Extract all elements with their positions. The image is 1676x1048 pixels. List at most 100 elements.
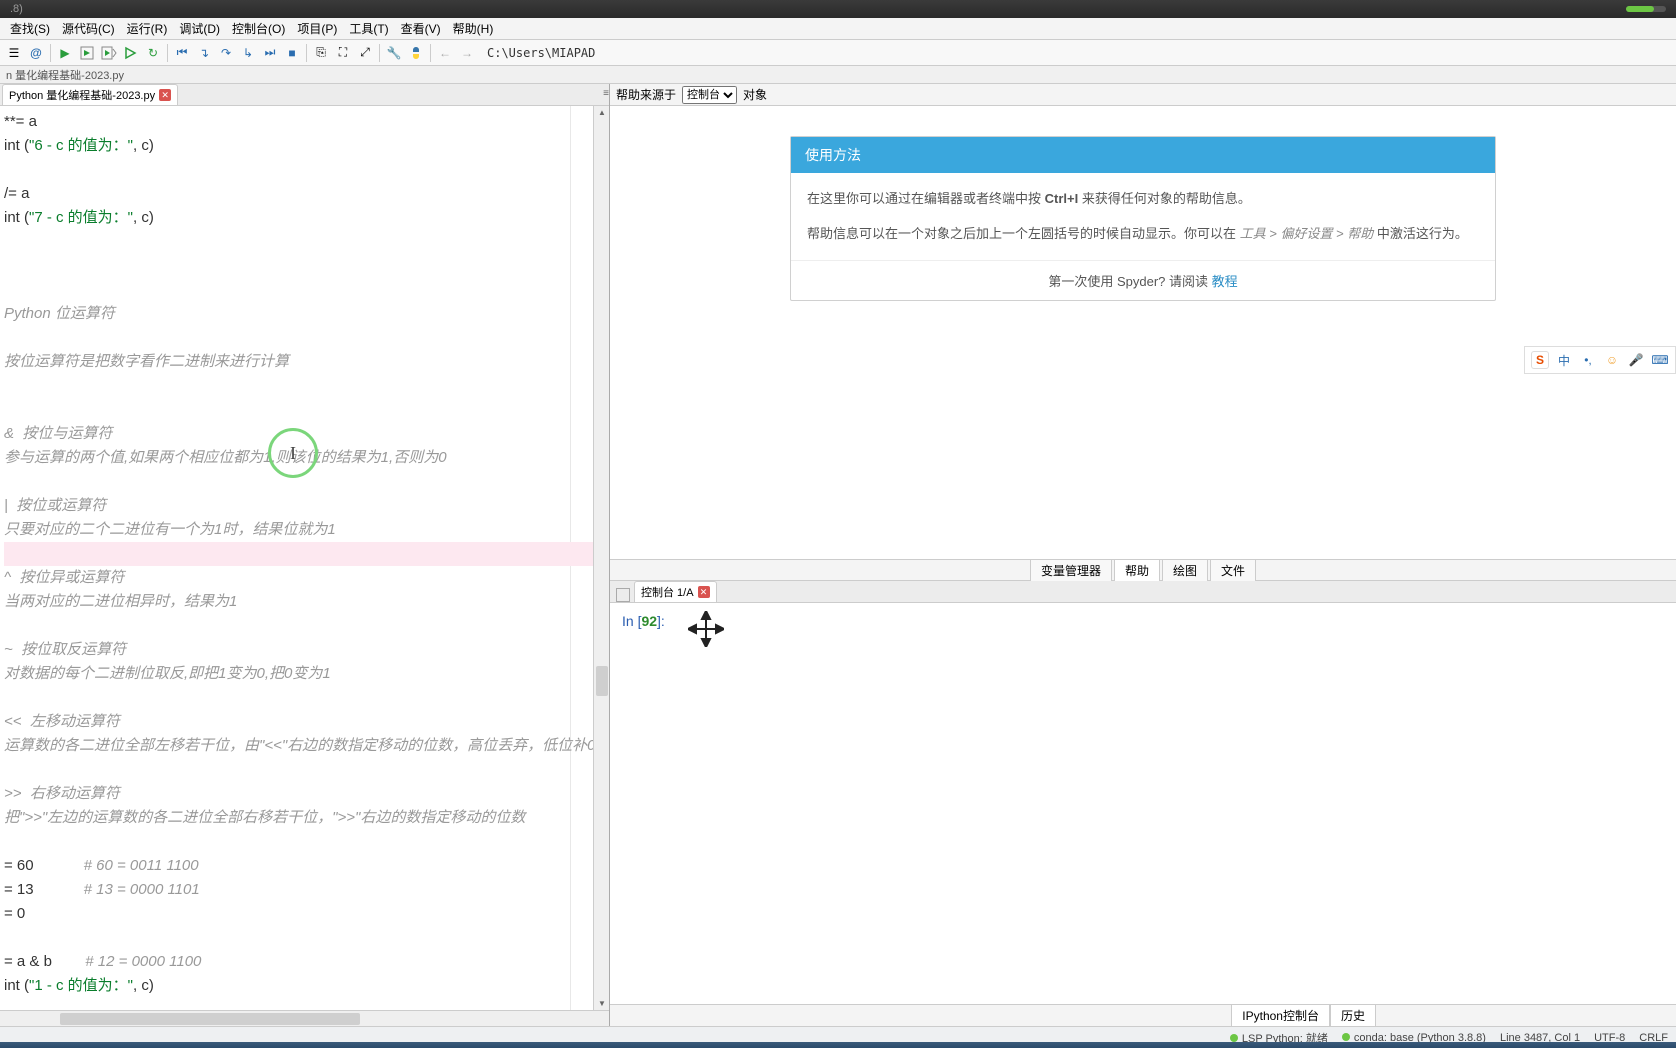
move-cursor-icon bbox=[688, 611, 724, 650]
collapse-icon[interactable]: ≡ bbox=[603, 88, 609, 99]
close-icon[interactable]: ✕ bbox=[159, 89, 171, 101]
debug-stop-icon[interactable]: ■ bbox=[282, 43, 302, 63]
bottom-tabs: IPython控制台 历史 bbox=[610, 1004, 1676, 1026]
progress-indicator bbox=[1626, 6, 1666, 12]
code-line bbox=[4, 326, 609, 350]
menu-help[interactable]: 帮助(H) bbox=[447, 18, 500, 39]
status-led-icon bbox=[1230, 1034, 1238, 1042]
help-card-body: 在这里你可以通过在编辑器或者终端中按 Ctrl+I 来获得任何对象的帮助信息。 … bbox=[791, 173, 1495, 260]
run-cell-advance-icon[interactable] bbox=[99, 43, 119, 63]
help-object-label: 对象 bbox=[743, 86, 767, 103]
menu-debug[interactable]: 调试(D) bbox=[173, 18, 226, 39]
pythonpath-icon[interactable] bbox=[406, 43, 426, 63]
help-source-select[interactable]: 控制台 bbox=[682, 86, 737, 104]
ime-lang-icon[interactable]: 中 bbox=[1555, 351, 1573, 369]
help-source-label: 帮助来源于 bbox=[616, 86, 676, 103]
scrollbar-thumb-h[interactable] bbox=[60, 1013, 360, 1025]
forward-icon[interactable]: → bbox=[457, 43, 477, 63]
menu-view[interactable]: 查看(V) bbox=[395, 18, 447, 39]
right-subtabs: 变量管理器 帮助 绘图 文件 bbox=[610, 559, 1676, 581]
ime-punct-icon[interactable]: •, bbox=[1579, 351, 1597, 369]
code-line: ^ 按位异或运算符 bbox=[4, 566, 609, 590]
console-options-icon[interactable] bbox=[616, 588, 630, 602]
ime-toolbar: S 中 •, ☺ 🎤 ⌨ bbox=[1524, 346, 1676, 374]
tab-help[interactable]: 帮助 bbox=[1114, 559, 1160, 582]
close-icon[interactable]: ✕ bbox=[698, 586, 710, 598]
debug-step-icon[interactable]: ⏮ bbox=[172, 43, 192, 63]
ime-keyboard-icon[interactable]: ⌨ bbox=[1651, 351, 1669, 369]
code-line bbox=[4, 470, 609, 494]
code-line: int ("6 - c 的值为：", c) bbox=[4, 134, 609, 158]
code-line: 对数据的每个二进制位取反,即把1变为0,把0变为1 bbox=[4, 662, 609, 686]
tab-plots[interactable]: 绘图 bbox=[1162, 559, 1208, 582]
menu-run[interactable]: 运行(R) bbox=[121, 18, 174, 39]
tab-variable-explorer[interactable]: 变量管理器 bbox=[1030, 559, 1112, 582]
code-line: 按位运算符是把数字看作二进制来进行计算 bbox=[4, 350, 609, 374]
outline-icon[interactable]: ☰ bbox=[4, 43, 24, 63]
taskbar bbox=[0, 1042, 1676, 1048]
code-line: ~ 按位取反运算符 bbox=[4, 638, 609, 662]
debug-stepover-icon[interactable]: ↷ bbox=[216, 43, 236, 63]
help-card-title: 使用方法 bbox=[791, 137, 1495, 173]
menu-tools[interactable]: 工具(T) bbox=[343, 18, 394, 39]
help-body: 使用方法 在这里你可以通过在编辑器或者终端中按 Ctrl+I 来获得任何对象的帮… bbox=[610, 106, 1676, 559]
debug-stepout-icon[interactable]: ↳ bbox=[238, 43, 258, 63]
preferences-icon[interactable]: 🔧 bbox=[384, 43, 404, 63]
back-icon[interactable]: ← bbox=[435, 43, 455, 63]
sogou-icon[interactable]: S bbox=[1531, 351, 1549, 369]
menu-source[interactable]: 源代码(C) bbox=[56, 18, 121, 39]
run-cell-icon[interactable] bbox=[77, 43, 97, 63]
console-tab[interactable]: 控制台 1/A ✕ bbox=[634, 581, 717, 602]
status-led-icon bbox=[1342, 1033, 1350, 1041]
tab-files[interactable]: 文件 bbox=[1210, 559, 1256, 582]
code-line bbox=[4, 758, 609, 782]
debug-continue-icon[interactable]: ⏭ bbox=[260, 43, 280, 63]
ime-emoji-icon[interactable]: ☺ bbox=[1603, 351, 1621, 369]
code-line: int ("7 - c 的值为：", c) bbox=[4, 206, 609, 230]
tutorial-link[interactable]: 教程 bbox=[1212, 274, 1238, 289]
code-line: 把">>"左边的运算数的各二进位全部右移若干位，">>"右边的数指定移动的位数 bbox=[4, 806, 609, 830]
scroll-down-icon[interactable]: ▼ bbox=[598, 999, 606, 1008]
editor-tab[interactable]: Python 量化编程基础-2023.py ✕ bbox=[2, 84, 178, 105]
rerun-icon[interactable]: ↻ bbox=[143, 43, 163, 63]
code-line: 当两对应的二进位相异时，结果为1 bbox=[4, 590, 609, 614]
code-line: 只要对应的二个二进位有一个为1时，结果位就为1 bbox=[4, 518, 609, 542]
code-line: >> 右移动运算符 bbox=[4, 782, 609, 806]
help-header: 帮助来源于 控制台 对象 bbox=[610, 84, 1676, 106]
debug-stepinto-icon[interactable]: ↴ bbox=[194, 43, 214, 63]
code-line bbox=[4, 830, 609, 854]
ime-voice-icon[interactable]: 🎤 bbox=[1627, 351, 1645, 369]
code-line: **= a bbox=[4, 110, 609, 134]
tab-ipython-console[interactable]: IPython控制台 bbox=[1231, 1004, 1330, 1027]
code-line: /= a bbox=[4, 182, 609, 206]
save-layout-icon[interactable]: ⎘ bbox=[311, 43, 331, 63]
scrollbar-thumb[interactable] bbox=[596, 666, 608, 696]
run-selection-icon[interactable] bbox=[121, 43, 141, 63]
editor-scrollbar-horizontal[interactable] bbox=[0, 1010, 609, 1026]
menu-consoles[interactable]: 控制台(O) bbox=[226, 18, 291, 39]
scroll-up-icon[interactable]: ▲ bbox=[598, 108, 606, 117]
code-line bbox=[4, 374, 609, 398]
toolbar: ☰ @ ▶ ↻ ⏮ ↴ ↷ ↳ ⏭ ■ ⎘ ⛶ ⤢ 🔧 ← → C:\Users… bbox=[0, 40, 1676, 66]
menu-projects[interactable]: 项目(P) bbox=[291, 18, 343, 39]
fullscreen-icon[interactable]: ⤢ bbox=[355, 43, 375, 63]
console-body[interactable]: In [92]: bbox=[610, 603, 1676, 1004]
code-line: | 按位或运算符 bbox=[4, 494, 609, 518]
code-line bbox=[4, 278, 609, 302]
run-icon[interactable]: ▶ bbox=[55, 43, 75, 63]
menu-find[interactable]: 查找(S) bbox=[4, 18, 56, 39]
code-line: = 0 bbox=[4, 902, 609, 926]
editor-tabs: Python 量化编程基础-2023.py ✕ ≡ bbox=[0, 84, 609, 106]
maximize-icon[interactable]: ⛶ bbox=[333, 43, 353, 63]
code-line: 运算数的各二进位全部左移若干位，由"<<"右边的数指定移动的位数，高位丢弃，低位… bbox=[4, 734, 609, 758]
editor-body[interactable]: **= aint ("6 - c 的值为：", c) /= aint ("7 -… bbox=[0, 106, 609, 1010]
at-icon[interactable]: @ bbox=[26, 43, 46, 63]
menubar: 查找(S) 源代码(C) 运行(R) 调试(D) 控制台(O) 项目(P) 工具… bbox=[0, 18, 1676, 40]
help-card: 使用方法 在这里你可以通过在编辑器或者终端中按 Ctrl+I 来获得任何对象的帮… bbox=[790, 136, 1496, 301]
editor-scrollbar-vertical[interactable]: ▲ ▼ bbox=[593, 106, 609, 1010]
help-card-footer: 第一次使用 Spyder? 请阅读 教程 bbox=[791, 260, 1495, 300]
code-line bbox=[4, 926, 609, 950]
console-tab-label: 控制台 1/A bbox=[641, 584, 694, 600]
tab-history[interactable]: 历史 bbox=[1330, 1004, 1376, 1027]
code-line bbox=[4, 158, 609, 182]
